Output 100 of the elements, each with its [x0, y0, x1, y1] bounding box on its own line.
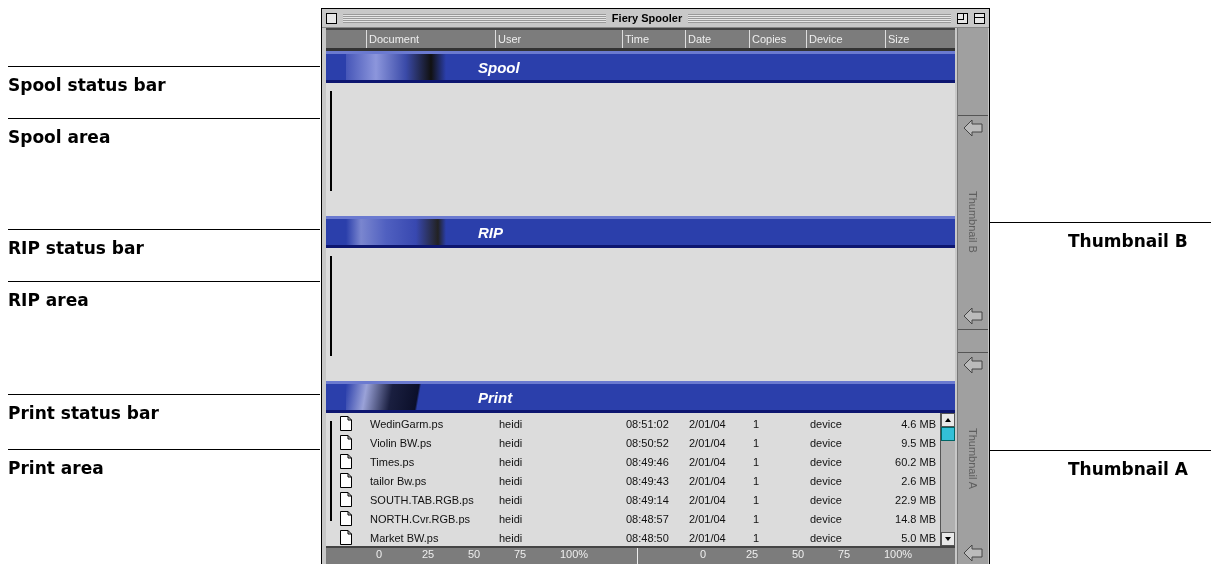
scale-label: 0	[376, 548, 384, 560]
document-icon	[340, 492, 352, 507]
table-cell-text: device	[809, 436, 843, 449]
table-cell-text: heidi	[498, 455, 524, 468]
column-header[interactable]: Size	[885, 30, 940, 48]
table-cell-text: 22.9 MB	[894, 493, 937, 506]
table-cell-text: 2/01/04	[688, 512, 727, 525]
column-header[interactable]: Document	[366, 30, 495, 48]
left-arrow-icon[interactable]	[963, 119, 983, 137]
table-cell-text: 2/01/04	[688, 436, 727, 449]
status-bar-title: Spool	[478, 58, 520, 76]
table-cell-text: heidi	[498, 531, 524, 544]
document-icon	[340, 473, 352, 488]
job-row[interactable]: Market BW.ps heidi 08:48:50 2/01/04 1 device 5.0 MB	[326, 528, 940, 547]
table-cell-text: 08:49:46	[625, 455, 670, 468]
window-title: Fiery Spooler	[611, 12, 683, 24]
zoom-box-icon[interactable]	[957, 12, 968, 24]
table-cell-text: 08:50:52	[625, 436, 670, 449]
column-header[interactable]: Copies	[749, 30, 806, 48]
column-header[interactable]: User	[495, 30, 622, 48]
table-cell-text: Times.ps	[369, 455, 416, 468]
document-icon	[340, 511, 352, 526]
table-cell-text: 2/01/04	[688, 493, 727, 506]
callout-label: Thumbnail B	[1068, 231, 1188, 251]
scale-label: 100%	[884, 548, 914, 560]
left-arrow-icon[interactable]	[963, 307, 983, 326]
column-header[interactable]: Device	[806, 30, 885, 48]
table-cell-text: 1	[752, 436, 761, 449]
job-row[interactable]: SOUTH.TAB.RGB.ps heidi 08:49:14 2/01/04 1 device 22.9 MB	[326, 490, 940, 509]
job-row[interactable]: Times.ps heidi 08:49:46 2/01/04 1 device 60.2 MB	[326, 452, 940, 471]
column-header[interactable]: Time	[622, 30, 685, 48]
table-cell-text: tailor Bw.ps	[369, 474, 428, 487]
table-cell-text: 2/01/04	[688, 455, 727, 468]
table-cell-text: heidi	[498, 474, 524, 487]
scale-label: 25	[746, 548, 760, 560]
job-row[interactable]: NORTH.Cvr.RGB.ps heidi 08:48:57 2/01/04 1 device 14.8 MB	[326, 509, 940, 528]
table-cell-text: 1	[752, 455, 761, 468]
table-cell-text: 14.8 MB	[894, 512, 937, 525]
scroll-thumb[interactable]	[941, 427, 955, 441]
table-cell-text: 1	[752, 531, 761, 544]
table-cell-text: device	[809, 455, 843, 468]
table-cell-text: 1	[752, 417, 761, 430]
left-arrow-icon[interactable]	[963, 544, 983, 562]
table-cell-text: device	[809, 493, 843, 506]
table-cell-text: device	[809, 512, 843, 525]
status-bar-title: Print	[478, 388, 513, 406]
scale-label: 100%	[560, 548, 590, 560]
table-cell-text: 2.6 MB	[900, 474, 937, 487]
table-cell-text: 2/01/04	[688, 417, 727, 430]
document-icon	[340, 435, 352, 450]
job-row[interactable]: tailor Bw.ps heidi 08:49:43 2/01/04 1 device 2.6 MB	[326, 471, 940, 490]
table-cell-text: 4.6 MB	[900, 417, 937, 430]
table-cell-text: 2/01/04	[688, 531, 727, 544]
callout-label: RIP area	[8, 290, 89, 310]
callout-label: RIP status bar	[8, 238, 144, 258]
table-cell-text: 08:51:02	[625, 417, 670, 430]
collapse-box-icon[interactable]	[974, 12, 985, 24]
job-row[interactable]: WedinGarm.ps heidi 08:51:02 2/01/04 1 device 4.6 MB	[326, 414, 940, 433]
thumbnail-label: Thumbnail A	[967, 428, 979, 490]
job-row[interactable]: Violin BW.ps heidi 08:50:52 2/01/04 1 device 9.5 MB	[326, 433, 940, 452]
document-icon	[340, 530, 352, 545]
table-cell-text: 2/01/04	[688, 474, 727, 487]
close-box-icon[interactable]	[326, 12, 337, 24]
table-cell-text: heidi	[498, 512, 524, 525]
table-cell-text: heidi	[498, 436, 524, 449]
table-cell-text: 1	[752, 512, 761, 525]
scale-label: 75	[838, 548, 852, 560]
table-cell-text: 1	[752, 474, 761, 487]
table-cell-text: WedinGarm.ps	[369, 417, 445, 430]
table-cell-text: heidi	[498, 417, 524, 430]
left-arrow-icon[interactable]	[963, 355, 983, 374]
scale-label: 0	[700, 548, 708, 560]
table-cell-text: 08:49:14	[625, 493, 670, 506]
table-cell-text: NORTH.Cvr.RGB.ps	[369, 512, 472, 525]
callout-label: Spool status bar	[8, 75, 166, 95]
table-cell-text: 1	[752, 493, 761, 506]
scroll-up-icon[interactable]	[941, 413, 955, 427]
table-cell-text: SOUTH.TAB.RGB.ps	[369, 493, 475, 506]
column-header[interactable]: Date	[685, 30, 749, 48]
table-cell-text: device	[809, 531, 843, 544]
table-cell-text: 08:48:50	[625, 531, 670, 544]
table-cell-text: device	[809, 417, 843, 430]
callout-label: Print status bar	[8, 403, 159, 423]
scale-label: 50	[468, 548, 482, 560]
callout-label: Spool area	[8, 127, 111, 147]
scrollbar[interactable]	[940, 413, 955, 546]
table-cell-text: device	[809, 474, 843, 487]
callout-label: Print area	[8, 458, 104, 478]
document-icon	[340, 454, 352, 469]
table-cell-text: heidi	[498, 493, 524, 506]
table-cell-text: Violin BW.ps	[369, 436, 433, 449]
callout-label: Thumbnail A	[1068, 459, 1188, 479]
table-cell-text: 08:48:57	[625, 512, 670, 525]
table-cell-text: 5.0 MB	[900, 531, 937, 544]
scroll-down-icon[interactable]	[941, 532, 955, 546]
scale-label: 50	[792, 548, 806, 560]
table-cell-text: 60.2 MB	[894, 455, 937, 468]
table-cell-text: 9.5 MB	[900, 436, 937, 449]
table-cell-text: Market BW.ps	[369, 531, 440, 544]
scale-label: 75	[514, 548, 528, 560]
